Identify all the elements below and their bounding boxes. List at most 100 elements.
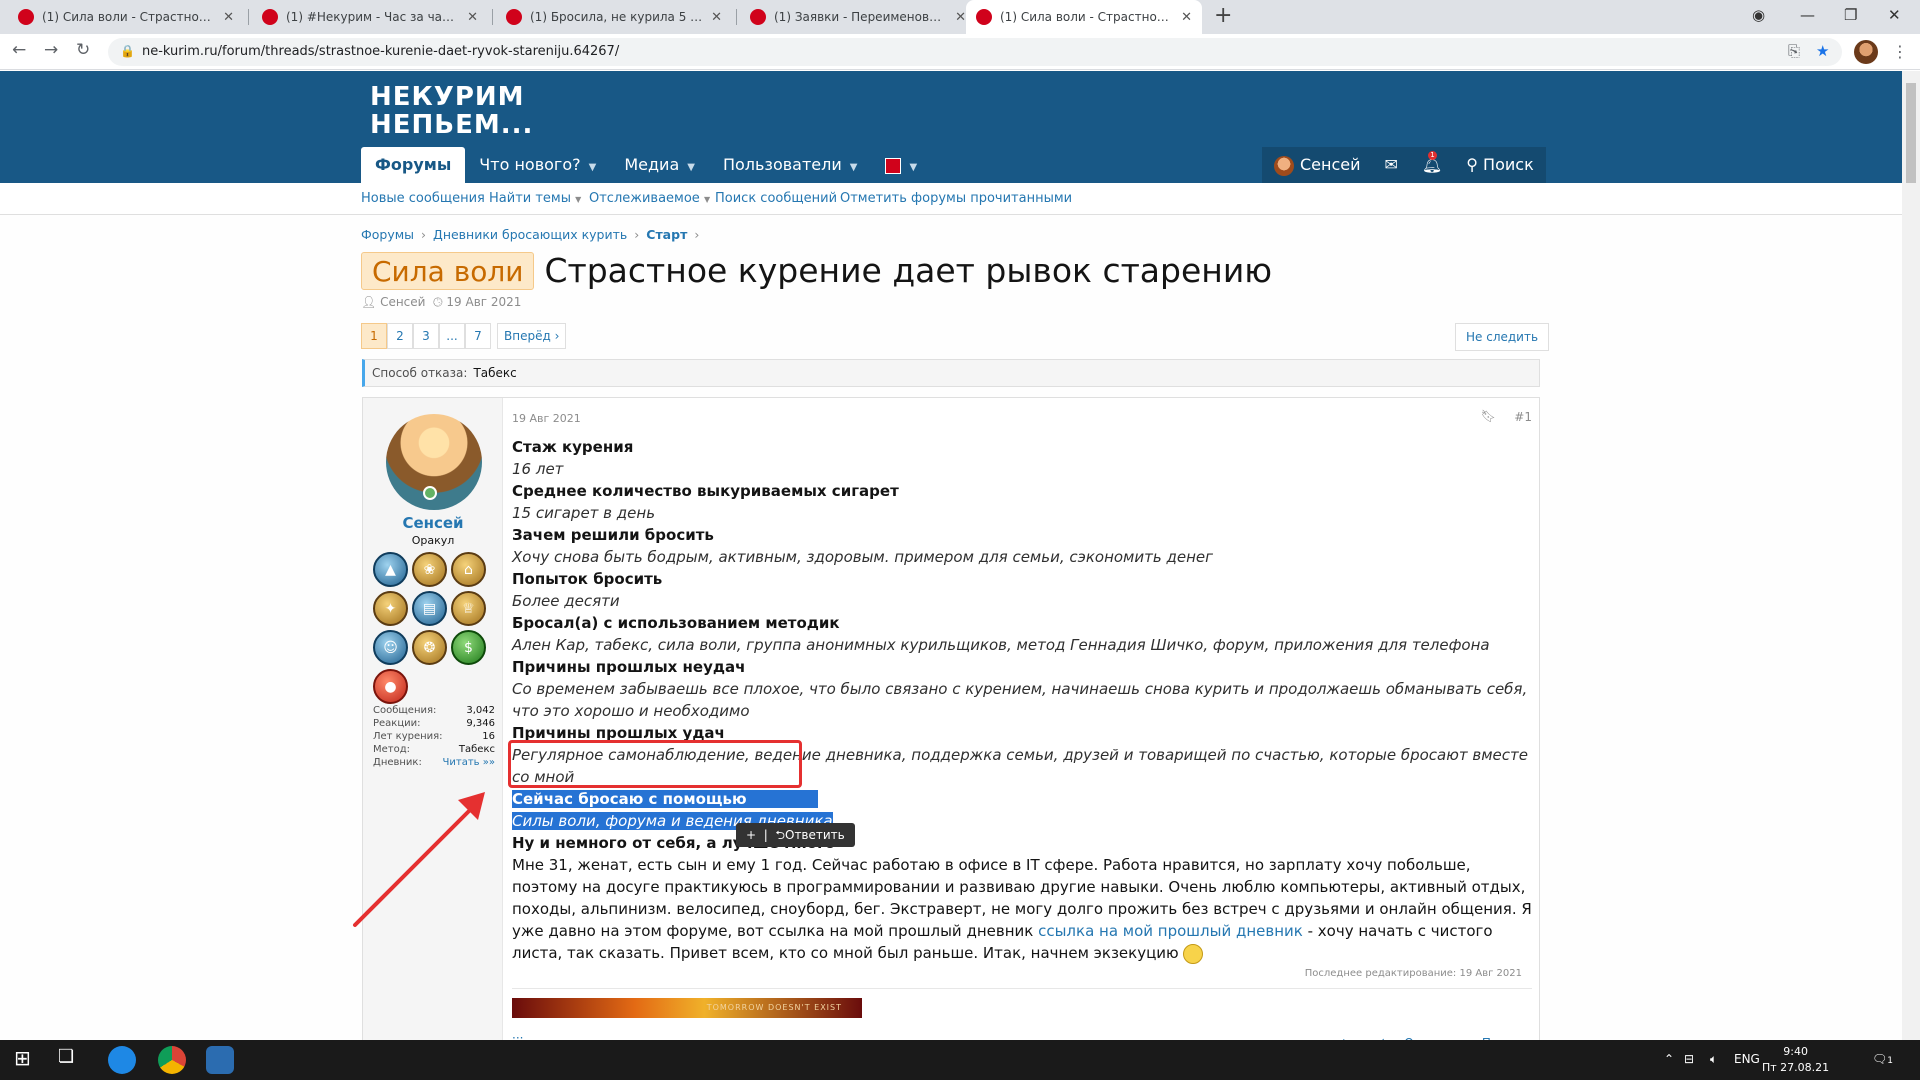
scrollbar-thumb[interactable] bbox=[1906, 83, 1916, 183]
address-bar[interactable]: 🔒 ne-kurim.ru/forum/threads/strastnoe-ku… bbox=[108, 38, 1842, 66]
clock[interactable]: 9:40 Пт 27.08.21 bbox=[1762, 1044, 1829, 1076]
inbox-button[interactable]: ✉ bbox=[1373, 147, 1410, 183]
compass-app-icon[interactable] bbox=[108, 1046, 136, 1074]
maximize-icon[interactable]: ❐ bbox=[1844, 6, 1857, 24]
chevron-down-icon[interactable]: ▼ bbox=[687, 162, 695, 173]
forward-icon[interactable]: → bbox=[44, 40, 58, 60]
diary-link[interactable]: Читать »» bbox=[443, 756, 495, 769]
house-trophy-icon[interactable]: ⌂ bbox=[451, 552, 486, 587]
install-icon[interactable]: ⎘ bbox=[1788, 42, 1800, 60]
site-favicon-icon bbox=[976, 9, 992, 25]
lock-icon: 🔒 bbox=[120, 44, 135, 58]
nav-forums[interactable]: Форумы bbox=[361, 147, 466, 183]
windows-start-icon[interactable]: ⊞ bbox=[14, 1046, 42, 1074]
star-icon[interactable]: ★ bbox=[1816, 42, 1829, 60]
subnav-search-posts[interactable]: Поиск сообщений bbox=[715, 191, 837, 206]
selection-tooltip: + | ⮌Ответить bbox=[736, 823, 855, 847]
tab-separator bbox=[736, 9, 737, 25]
nav-members[interactable]: Пользователи ▼ bbox=[709, 147, 872, 183]
online-status-icon bbox=[423, 486, 437, 500]
prev-diary-link[interactable]: ссылка на мой прошлый дневник bbox=[1038, 922, 1303, 940]
plus-icon[interactable]: + bbox=[746, 828, 756, 842]
task-view-icon[interactable]: ❏ bbox=[58, 1046, 86, 1074]
nav-extra[interactable]: ▼ bbox=[871, 147, 931, 183]
browser-tab[interactable]: (1) Бросила, не курила 5 лет и снова ✕ bbox=[496, 0, 732, 34]
unwatch-button[interactable]: Не следить bbox=[1455, 323, 1550, 351]
site-logo[interactable]: НЕКУРИМ НЕПЬЕМ... bbox=[370, 83, 533, 139]
clock-icon: 🕓︎ bbox=[433, 295, 443, 309]
network-icon[interactable]: ⊟ bbox=[1684, 1052, 1694, 1066]
book-trophy-icon[interactable]: ▤ bbox=[412, 591, 447, 626]
notifications-icon[interactable]: 🗨︎1 bbox=[1872, 1052, 1893, 1066]
close-icon[interactable]: ✕ bbox=[711, 10, 722, 25]
browser-tab[interactable]: (1) Заявки - Переименование дневника ✕ bbox=[740, 0, 976, 34]
account-button[interactable]: Сенсей bbox=[1262, 147, 1373, 183]
subnav-new-posts[interactable]: Новые сообщения bbox=[361, 191, 485, 206]
menu-icon[interactable]: ⋮ bbox=[1892, 42, 1908, 61]
new-tab-button[interactable]: + bbox=[1214, 3, 1232, 28]
profile-avatar[interactable] bbox=[1854, 40, 1878, 64]
reply-icon: ⮌ bbox=[775, 828, 785, 842]
subnav-mark-read[interactable]: Отметить форумы прочитанными bbox=[840, 191, 1072, 206]
close-icon[interactable]: ✕ bbox=[1181, 10, 1192, 25]
tab-search-icon[interactable]: ◉ bbox=[1752, 6, 1765, 24]
breadcrumb-item[interactable]: Дневники бросающих курить bbox=[433, 227, 627, 242]
search-button[interactable]: ⚲ Поиск bbox=[1454, 147, 1546, 183]
thread-prefix[interactable]: Сила воли bbox=[361, 251, 535, 290]
minimize-icon[interactable]: — bbox=[1800, 6, 1815, 24]
star-trophy-icon[interactable]: ✦ bbox=[373, 591, 408, 626]
next-page-button[interactable]: Вперёд › bbox=[497, 323, 567, 349]
highlight-annotation bbox=[508, 740, 802, 788]
browser-tab-active[interactable]: (1) Сила воли - Страстное курение даёт ✕ bbox=[966, 0, 1202, 34]
cup-trophy-icon[interactable]: ♕ bbox=[451, 591, 486, 626]
language-indicator[interactable]: ENG bbox=[1734, 1052, 1760, 1066]
tomato-trophy-icon[interactable]: ● bbox=[373, 669, 408, 704]
people-trophy-icon[interactable]: ☺ bbox=[373, 630, 408, 665]
messenger-app-icon[interactable] bbox=[206, 1046, 234, 1074]
chevron-down-icon[interactable]: ▼ bbox=[589, 162, 597, 173]
page-link[interactable]: 1 bbox=[361, 323, 387, 349]
browser-tab[interactable]: (1) #Некурим - Час за часом, день ✕ bbox=[252, 0, 488, 34]
breadcrumb-item[interactable]: Форумы bbox=[361, 227, 414, 242]
page-jump[interactable]: ... bbox=[439, 323, 465, 349]
nav-media[interactable]: Медиа ▼ bbox=[610, 147, 709, 183]
post-content[interactable]: Стаж курения 16 лет Среднее количество в… bbox=[512, 436, 1532, 964]
avatar bbox=[1274, 155, 1294, 176]
scrollbar[interactable] bbox=[1902, 71, 1920, 1040]
breadcrumb-item[interactable]: Старт bbox=[646, 227, 687, 242]
page-link[interactable]: 3 bbox=[413, 323, 439, 349]
subnav-find-threads[interactable]: Найти темы ▼ bbox=[489, 191, 581, 206]
bookmark-icon[interactable]: 🔖︎ bbox=[1481, 409, 1496, 423]
pagination: 1 2 3 ... 7 Вперёд › bbox=[361, 323, 567, 349]
post-date[interactable]: 19 Авг 2021 bbox=[512, 412, 581, 425]
medal-trophy-icon[interactable]: ❂ bbox=[412, 630, 447, 665]
chevron-down-icon[interactable]: ▼ bbox=[909, 162, 917, 173]
page-link[interactable]: 2 bbox=[387, 323, 413, 349]
wings-trophy-icon[interactable]: ❀ bbox=[412, 552, 447, 587]
chrome-icon[interactable] bbox=[158, 1046, 186, 1074]
browser-tab[interactable]: (1) Сила воли - Страстное курение даёт р… bbox=[8, 0, 244, 34]
close-icon[interactable]: ✕ bbox=[223, 10, 234, 25]
thread-author[interactable]: Сенсей bbox=[380, 295, 425, 309]
subnav-watched[interactable]: Отслеживаемое ▼ bbox=[589, 191, 710, 206]
close-icon[interactable]: ✕ bbox=[955, 10, 966, 25]
site-favicon-icon bbox=[506, 9, 522, 25]
close-icon[interactable]: ✕ bbox=[467, 10, 478, 25]
back-icon[interactable]: ← bbox=[12, 40, 26, 60]
post-number[interactable]: #1 bbox=[1514, 410, 1532, 424]
nav-whats-new[interactable]: Что нового? ▼ bbox=[465, 147, 610, 183]
reload-icon[interactable]: ↻ bbox=[76, 40, 90, 60]
page-link[interactable]: 7 bbox=[465, 323, 491, 349]
quote-reply-button[interactable]: Ответить bbox=[785, 828, 845, 842]
money-trophy-icon[interactable]: $ bbox=[451, 630, 486, 665]
mountain-trophy-icon[interactable]: ▲ bbox=[373, 552, 408, 587]
thread-date[interactable]: 19 Авг 2021 bbox=[446, 295, 521, 309]
volume-icon[interactable]: 🔈︎ bbox=[1710, 1052, 1717, 1067]
close-window-icon[interactable]: ✕ bbox=[1888, 6, 1901, 24]
thread-title-row: Сила воли Страстное курение дает рывок с… bbox=[361, 251, 1272, 290]
user-nav: Сенсей ✉ 🔔︎ 1 ⚲ Поиск bbox=[1262, 147, 1546, 183]
post-username[interactable]: Сенсей bbox=[363, 514, 503, 532]
tray-chevron-icon[interactable]: ⌃ bbox=[1664, 1052, 1674, 1066]
alerts-button[interactable]: 🔔︎ 1 bbox=[1410, 147, 1454, 183]
chevron-down-icon[interactable]: ▼ bbox=[850, 162, 858, 173]
